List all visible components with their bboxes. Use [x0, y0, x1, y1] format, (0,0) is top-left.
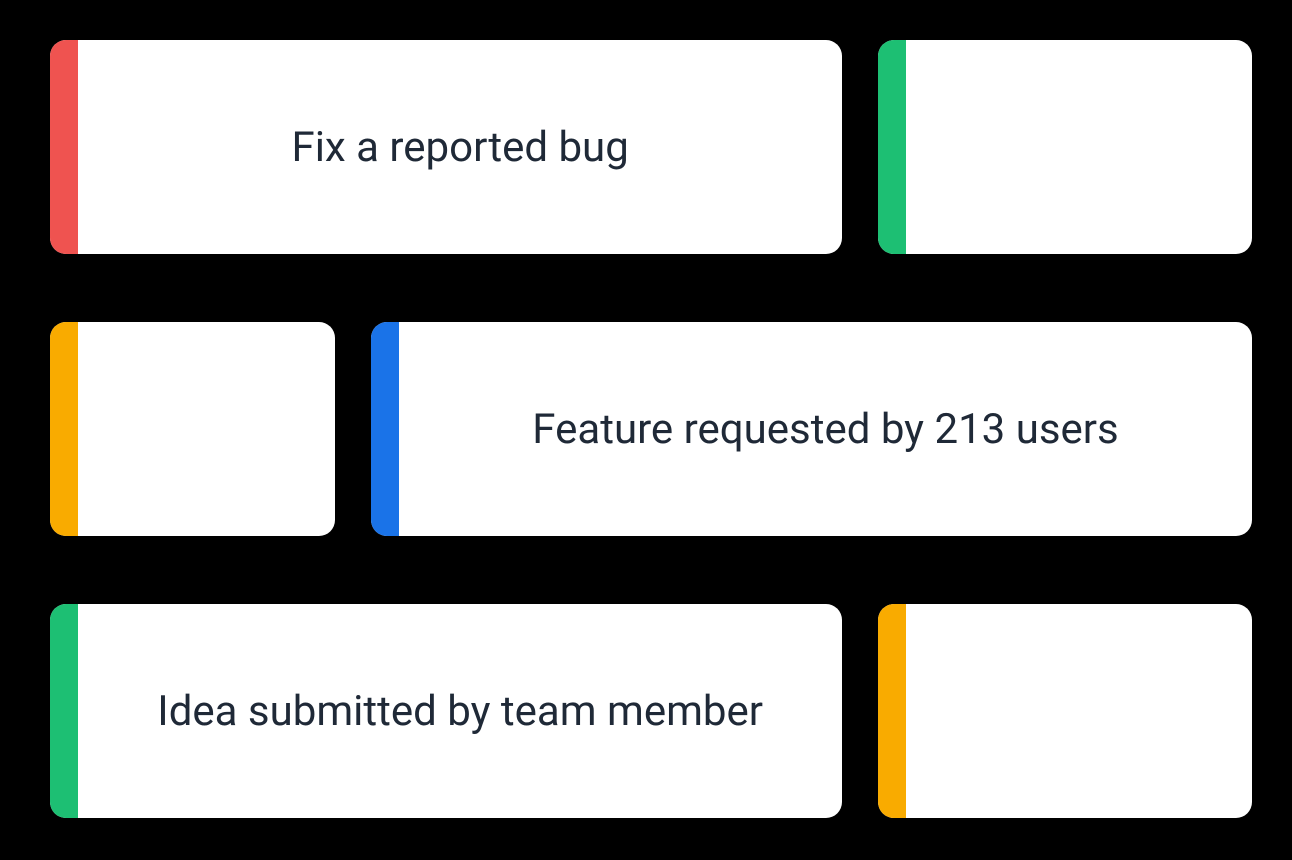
card-label: Idea submitted by team member	[78, 687, 842, 736]
card-label: Fix a reported bug	[78, 123, 842, 172]
card-accent	[50, 40, 78, 254]
card-feature-request[interactable]: Feature requested by 213 users	[371, 322, 1252, 536]
card-row-3: Idea submitted by team member	[50, 604, 1252, 818]
card-accent	[371, 322, 399, 536]
card-empty-yellow-2[interactable]	[878, 604, 1252, 818]
card-label: Feature requested by 213 users	[399, 405, 1252, 454]
card-accent	[878, 40, 906, 254]
card-empty-yellow[interactable]	[50, 322, 335, 536]
card-bug-fix[interactable]: Fix a reported bug	[50, 40, 842, 254]
card-accent	[50, 604, 78, 818]
card-accent	[878, 604, 906, 818]
card-empty-green[interactable]	[878, 40, 1252, 254]
card-row-1: Fix a reported bug	[50, 40, 1252, 254]
card-team-idea[interactable]: Idea submitted by team member	[50, 604, 842, 818]
card-accent	[50, 322, 78, 536]
card-row-2: Feature requested by 213 users	[50, 322, 1252, 536]
